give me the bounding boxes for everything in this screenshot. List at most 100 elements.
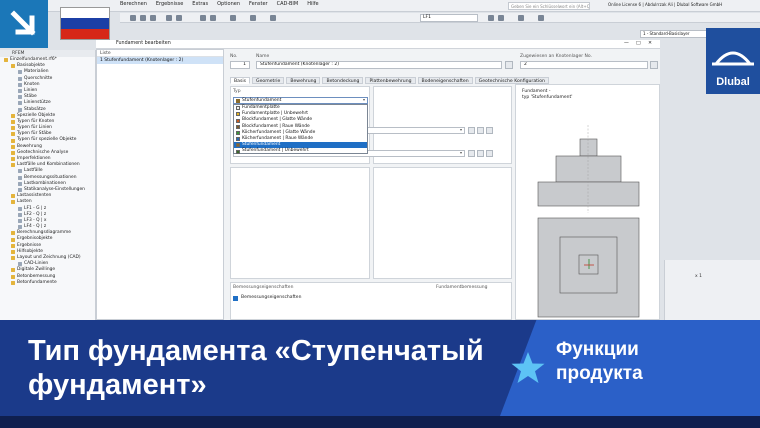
minimize-icon[interactable]: —	[624, 41, 629, 46]
no-field[interactable]: 1	[230, 61, 250, 69]
new-file-icon[interactable]	[130, 15, 136, 21]
navigator-item[interactable]: Betonfundamente	[0, 280, 95, 286]
type-dropdown[interactable]: Stufenfundament ▾	[233, 97, 368, 104]
menu-item-ergebnisse[interactable]: Ergebnisse	[156, 1, 183, 7]
tab-geometrie[interactable]: Geometrie	[252, 77, 285, 84]
side-results-panel: x 1	[664, 260, 760, 320]
animation-icon[interactable]	[498, 15, 504, 21]
type-option-label: Stufenfundament | Unbewehrt	[242, 148, 309, 154]
type-option-label: Köcherfundament | Glatte Wände	[242, 129, 316, 135]
type-swatch	[236, 137, 240, 142]
pick-node-button[interactable]	[650, 61, 658, 69]
folder-icon	[11, 249, 15, 254]
menu-item-cad-bim[interactable]: CAD-BIM	[277, 1, 299, 7]
navigator-tree: Einzelfundament.rf6* Basisobjekte Material…	[0, 57, 95, 286]
type-option-label: Köcherfundament | Raue Wände	[242, 135, 313, 141]
calculate-icon[interactable]	[230, 15, 236, 21]
undo-icon[interactable]	[166, 15, 172, 21]
folder-icon	[18, 262, 22, 267]
close-icon[interactable]: ✕	[648, 41, 652, 46]
type-swatch	[236, 124, 240, 129]
type-selected-value: Stufenfundament	[242, 98, 282, 103]
folder-icon	[18, 169, 22, 174]
typ-label: Typ	[233, 89, 241, 94]
menu-item-fenster[interactable]: Fenster	[249, 1, 268, 7]
folder-icon	[11, 194, 15, 199]
design-checkbox[interactable]	[233, 296, 238, 301]
type-swatch	[236, 149, 240, 154]
menu-item-hilfe[interactable]: Hilfe	[307, 1, 318, 7]
render-icon[interactable]	[270, 15, 276, 21]
material-edit-button[interactable]	[486, 127, 493, 134]
filter-icon[interactable]	[538, 15, 544, 21]
section-edit-button[interactable]	[486, 150, 493, 157]
folder-icon	[18, 107, 22, 112]
assigned-field[interactable]: 2	[520, 61, 648, 69]
folder-icon	[18, 76, 22, 81]
no-label: No.	[230, 54, 238, 59]
project-navigator: RFEM Einzelfundament.rf6* Basisobjekte Mat…	[0, 50, 96, 320]
type-swatch	[236, 99, 240, 103]
folder-icon	[4, 58, 8, 63]
folder-icon	[18, 212, 22, 217]
zoom-icon[interactable]	[210, 15, 216, 21]
dialog-tabs: Basis Geometrie Bewehrung Betondeckung P…	[230, 77, 549, 84]
view-icon[interactable]	[250, 15, 256, 21]
bridge-logo-icon	[712, 51, 754, 66]
menu-item-optionen[interactable]: Optionen	[217, 1, 240, 7]
chevron-down-icon: ▾	[459, 150, 462, 155]
folder-icon	[11, 144, 15, 149]
tab-basis[interactable]: Basis	[230, 77, 251, 84]
menu-item-berechnen[interactable]: Berechnen	[120, 1, 147, 7]
footing-list: Liste 1 Stufenfundament (Knotenlager : 2…	[96, 49, 224, 320]
folder-icon	[11, 237, 15, 242]
type-swatch	[236, 143, 240, 148]
license-info: Online License 6 | Abdulrrzak Ali | Dlub…	[608, 2, 723, 7]
results-icon[interactable]	[488, 15, 494, 21]
tab-plattenbewehrung[interactable]: Plattenbewehrung	[365, 77, 416, 84]
display-icon[interactable]	[518, 15, 524, 21]
save-icon[interactable]	[150, 15, 156, 21]
layer-select[interactable]: 1 - Standard-Basislayer	[640, 30, 716, 38]
maximize-icon[interactable]: □	[636, 41, 641, 46]
type-option[interactable]: Stufenfundament | Unbewehrt	[234, 148, 367, 154]
name-field[interactable]: Stufenfundament (Knotenlager : 2)	[256, 61, 502, 69]
select-icon[interactable]	[200, 15, 206, 21]
open-file-icon[interactable]	[140, 15, 146, 21]
list-item[interactable]: 1 Stufenfundament (Knotenlager : 2)	[97, 57, 223, 64]
section-new-button[interactable]	[477, 150, 484, 157]
folder-icon	[18, 175, 22, 180]
main-menu: Berechnen Ergebnisse Extras Optionen Fen…	[120, 1, 319, 7]
redo-icon[interactable]	[176, 15, 182, 21]
material-library-button[interactable]	[468, 127, 475, 134]
chevron-down-icon: ▾	[459, 127, 462, 132]
dlubal-logo: Dlubal	[706, 28, 760, 94]
design-header: Bemessungseigenschaften	[233, 285, 294, 290]
edit-name-button[interactable]	[505, 61, 513, 69]
folder-icon	[11, 200, 15, 205]
folder-icon	[18, 206, 22, 211]
left-props-panel	[230, 167, 370, 279]
folder-icon	[11, 157, 15, 162]
dialog-title: Fundament bearbeiten	[116, 41, 171, 46]
folder-icon	[18, 89, 22, 94]
material-new-button[interactable]	[477, 127, 484, 134]
folder-icon	[18, 70, 22, 75]
menu-item-extras[interactable]: Extras	[192, 1, 208, 7]
folder-icon	[11, 150, 15, 155]
loadcase-select[interactable]: LF1	[420, 14, 478, 22]
section-library-button[interactable]	[468, 150, 475, 157]
tab-bodeneigenschaften[interactable]: Bodeneigenschaften	[417, 77, 473, 84]
tab-betondeckung[interactable]: Betondeckung	[322, 77, 364, 84]
tab-geotechnische-konfiguration[interactable]: Geotechnische Konfiguration	[474, 77, 549, 84]
type-swatch	[236, 118, 240, 123]
design-check-label: Bemessungseigenschaften	[241, 295, 302, 300]
screenshot-root: Berechnen Ergebnisse Extras Optionen Fen…	[0, 0, 760, 428]
navigator-title: RFEM	[0, 50, 95, 57]
right-props-panel	[373, 167, 512, 279]
app-menubar: Berechnen Ergebnisse Extras Optionen Fen…	[0, 0, 760, 12]
brand-name: Dlubal	[716, 76, 750, 88]
tab-bewehrung[interactable]: Bewehrung	[286, 77, 321, 84]
search-input[interactable]: Geben Sie ein Schlüsselwort ein (Alt+Q)	[508, 2, 590, 10]
footing-dialog: Liste 1 Stufenfundament (Knotenlager : 2…	[96, 49, 660, 320]
